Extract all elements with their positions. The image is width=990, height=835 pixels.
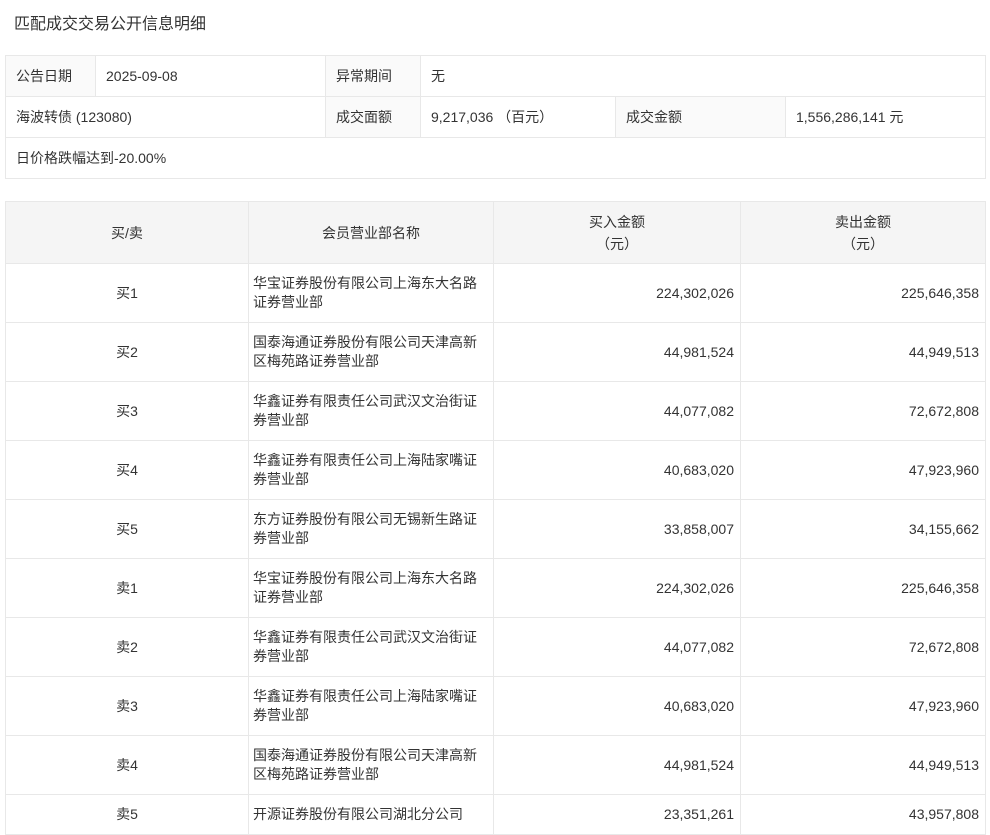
- security-name: 海波转债 (123080): [6, 97, 326, 138]
- header-sell-amount: 卖出金额 （元）: [741, 202, 986, 264]
- row-buy-amount: 224,302,026: [494, 264, 741, 323]
- row-buy-amount: 40,683,020: [494, 441, 741, 500]
- row-branch: 华鑫证券有限责任公司武汉文治街证券营业部: [249, 618, 494, 677]
- header-sell-unit: （元）: [745, 233, 981, 255]
- row-sell-amount: 44,949,513: [741, 736, 986, 795]
- row-side: 买5: [6, 500, 249, 559]
- row-side: 卖5: [6, 795, 249, 835]
- header-buy-label: 买入金额: [498, 211, 736, 233]
- row-branch: 东方证券股份有限公司无锡新生路证券营业部: [249, 500, 494, 559]
- row-branch: 华宝证券股份有限公司上海东大名路证券营业部: [249, 559, 494, 618]
- row-branch: 华鑫证券有限责任公司上海陆家嘴证券营业部: [249, 677, 494, 736]
- abnormal-reason-note: 日价格跌幅达到-20.00%: [6, 138, 986, 179]
- abnormal-period-value: 无: [421, 56, 986, 97]
- row-buy-amount: 44,077,082: [494, 382, 741, 441]
- info-table: 公告日期 2025-09-08 异常期间 无 海波转债 (123080) 成交面…: [5, 55, 986, 179]
- header-branch-label: 会员营业部名称: [253, 222, 489, 244]
- row-branch: 华鑫证券有限责任公司武汉文治街证券营业部: [249, 382, 494, 441]
- row-branch: 国泰海通证券股份有限公司天津高新区梅苑路证券营业部: [249, 323, 494, 382]
- row-buy-amount: 23,351,261: [494, 795, 741, 835]
- header-branch: 会员营业部名称: [249, 202, 494, 264]
- row-buy-amount: 44,981,524: [494, 323, 741, 382]
- row-branch: 华鑫证券有限责任公司上海陆家嘴证券营业部: [249, 441, 494, 500]
- header-side-label: 买/卖: [10, 222, 244, 244]
- row-sell-amount: 43,957,808: [741, 795, 986, 835]
- row-side: 买4: [6, 441, 249, 500]
- table-row: 卖4 国泰海通证券股份有限公司天津高新区梅苑路证券营业部 44,981,524 …: [6, 736, 986, 795]
- row-buy-amount: 33,858,007: [494, 500, 741, 559]
- table-header: 买/卖 会员营业部名称 买入金额 （元） 卖出金额 （元）: [6, 202, 986, 264]
- header-buy-unit: （元）: [498, 233, 736, 255]
- row-sell-amount: 34,155,662: [741, 500, 986, 559]
- face-amount-label: 成交面额: [326, 97, 421, 138]
- page-title: 匹配成交交易公开信息明细: [5, 0, 985, 55]
- table-row: 卖1 华宝证券股份有限公司上海东大名路证券营业部 224,302,026 225…: [6, 559, 986, 618]
- row-side: 买2: [6, 323, 249, 382]
- announce-date-label: 公告日期: [6, 56, 96, 97]
- table-row: 卖2 华鑫证券有限责任公司武汉文治街证券营业部 44,077,082 72,67…: [6, 618, 986, 677]
- table-row: 卖5 开源证券股份有限公司湖北分公司 23,351,261 43,957,808: [6, 795, 986, 835]
- header-sell-label: 卖出金额: [745, 211, 981, 233]
- row-sell-amount: 72,672,808: [741, 618, 986, 677]
- table-row: 卖3 华鑫证券有限责任公司上海陆家嘴证券营业部 40,683,020 47,92…: [6, 677, 986, 736]
- row-side: 买1: [6, 264, 249, 323]
- table-row: 买1 华宝证券股份有限公司上海东大名路证券营业部 224,302,026 225…: [6, 264, 986, 323]
- row-sell-amount: 47,923,960: [741, 441, 986, 500]
- row-buy-amount: 224,302,026: [494, 559, 741, 618]
- trade-amount-label: 成交金额: [616, 97, 786, 138]
- header-side: 买/卖: [6, 202, 249, 264]
- row-branch: 华宝证券股份有限公司上海东大名路证券营业部: [249, 264, 494, 323]
- row-sell-amount: 44,949,513: [741, 323, 986, 382]
- row-sell-amount: 225,646,358: [741, 559, 986, 618]
- row-side: 卖3: [6, 677, 249, 736]
- row-buy-amount: 44,981,524: [494, 736, 741, 795]
- table-row: 买3 华鑫证券有限责任公司武汉文治街证券营业部 44,077,082 72,67…: [6, 382, 986, 441]
- trade-detail-table: 买/卖 会员营业部名称 买入金额 （元） 卖出金额 （元） 买1 华宝证券股份有…: [5, 201, 986, 835]
- row-branch: 国泰海通证券股份有限公司天津高新区梅苑路证券营业部: [249, 736, 494, 795]
- abnormal-period-label: 异常期间: [326, 56, 421, 97]
- row-side: 卖2: [6, 618, 249, 677]
- row-buy-amount: 40,683,020: [494, 677, 741, 736]
- info-row-note: 日价格跌幅达到-20.00%: [6, 138, 986, 179]
- info-row-date: 公告日期 2025-09-08 异常期间 无: [6, 56, 986, 97]
- face-amount-value: 9,217,036 （百元）: [421, 97, 616, 138]
- page: 匹配成交交易公开信息明细 公告日期 2025-09-08 异常期间 无 海波转债…: [0, 0, 990, 835]
- table-row: 买4 华鑫证券有限责任公司上海陆家嘴证券营业部 40,683,020 47,92…: [6, 441, 986, 500]
- row-branch: 开源证券股份有限公司湖北分公司: [249, 795, 494, 835]
- row-side: 卖1: [6, 559, 249, 618]
- row-buy-amount: 44,077,082: [494, 618, 741, 677]
- table-row: 买5 东方证券股份有限公司无锡新生路证券营业部 33,858,007 34,15…: [6, 500, 986, 559]
- row-sell-amount: 47,923,960: [741, 677, 986, 736]
- row-side: 卖4: [6, 736, 249, 795]
- row-sell-amount: 72,672,808: [741, 382, 986, 441]
- trade-amount-value: 1,556,286,141 元: [786, 97, 986, 138]
- row-sell-amount: 225,646,358: [741, 264, 986, 323]
- header-buy-amount: 买入金额 （元）: [494, 202, 741, 264]
- announce-date-value: 2025-09-08: [96, 56, 326, 97]
- row-side: 买3: [6, 382, 249, 441]
- info-row-security: 海波转债 (123080) 成交面额 9,217,036 （百元） 成交金额 1…: [6, 97, 986, 138]
- table-row: 买2 国泰海通证券股份有限公司天津高新区梅苑路证券营业部 44,981,524 …: [6, 323, 986, 382]
